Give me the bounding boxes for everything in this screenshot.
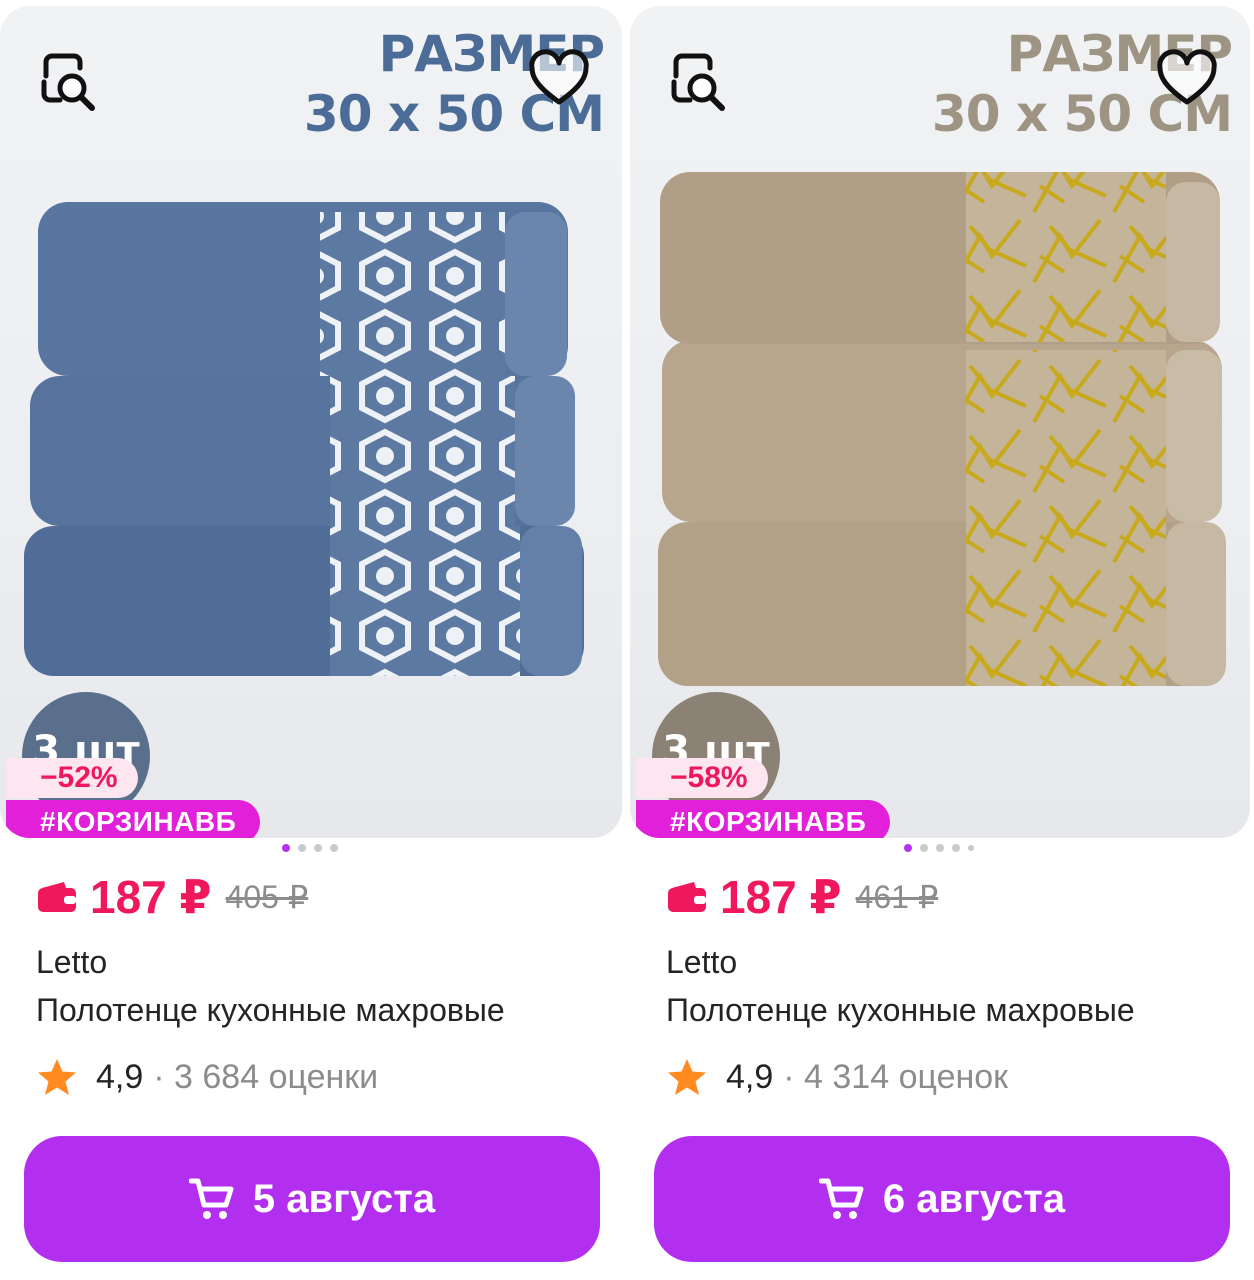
reviews-count[interactable]: · 4 314 оценок	[783, 1058, 1008, 1097]
price-row: 187 ₽ 405 ₽	[36, 870, 308, 924]
star-icon	[668, 1059, 706, 1095]
price-row: 187 ₽ 461 ₽	[666, 870, 938, 924]
photo-pagination	[282, 844, 338, 852]
wallet-icon	[38, 882, 76, 912]
current-price: 187 ₽	[90, 871, 212, 923]
pagination-dot	[952, 844, 960, 852]
product-image[interactable]: РАЗМЕР 30 x 50 СМ 3 шт −58% #КОРЗИНАВБ	[630, 6, 1250, 838]
discount-badge: −58%	[636, 758, 768, 798]
favorite-button[interactable]	[526, 46, 592, 112]
rating-row: 4,9 · 4 314 оценок	[666, 1056, 1008, 1098]
old-price: 405 ₽	[225, 879, 309, 915]
delivery-date: 5 августа	[252, 1176, 436, 1221]
brand-name[interactable]: Letto	[36, 944, 107, 981]
heart-icon	[529, 49, 589, 105]
wallet-icon	[668, 882, 706, 912]
find-similar-button[interactable]	[662, 46, 732, 116]
product-grid: РАЗМЕР 30 x 50 СМ 3 шт −52% #КОРЗИНАВБ 1…	[0, 0, 1254, 1280]
product-card[interactable]: РАЗМЕР 30 x 50 СМ 3 шт −52% #КОРЗИНАВБ 1…	[0, 0, 622, 1280]
product-image[interactable]: РАЗМЕР 30 x 50 СМ 3 шт −52% #КОРЗИНАВБ	[0, 6, 622, 838]
reviews-count[interactable]: · 3 684 оценки	[153, 1058, 378, 1097]
product-title[interactable]: Полотенце кухонные махровые	[666, 992, 1226, 1029]
rating-value: 4,9	[96, 1057, 144, 1096]
delivery-date: 6 августа	[882, 1176, 1066, 1221]
rating-row: 4,9 · 3 684 оценки	[36, 1056, 378, 1098]
pagination-dot	[936, 844, 944, 852]
product-title[interactable]: Полотенце кухонные махровые	[36, 992, 596, 1029]
pagination-dot	[282, 844, 290, 852]
pagination-dot	[968, 845, 974, 851]
discount-badge: −52%	[6, 758, 138, 798]
find-similar-button[interactable]	[32, 46, 102, 116]
add-to-cart-button[interactable]: 5 августа	[24, 1136, 600, 1262]
add-to-cart-button[interactable]: 6 августа	[654, 1136, 1230, 1262]
star-icon	[38, 1059, 76, 1095]
product-card[interactable]: РАЗМЕР 30 x 50 СМ 3 шт −58% #КОРЗИНАВБ 1…	[630, 0, 1250, 1280]
pagination-dot	[330, 844, 338, 852]
pagination-dot	[920, 844, 928, 852]
pagination-dot	[298, 844, 306, 852]
pagination-dot	[904, 844, 912, 852]
promo-tag[interactable]: #КОРЗИНАВБ	[636, 800, 891, 838]
cart-icon	[818, 1178, 864, 1219]
old-price: 461 ₽	[855, 879, 939, 915]
cart-icon	[188, 1178, 234, 1219]
heart-icon	[1157, 49, 1217, 105]
favorite-button[interactable]	[1154, 46, 1220, 112]
current-price: 187 ₽	[720, 871, 842, 923]
search-similar-icon	[41, 53, 95, 111]
brand-name[interactable]: Letto	[666, 944, 737, 981]
photo-pagination	[904, 844, 974, 852]
rating-value: 4,9	[726, 1057, 774, 1096]
search-similar-icon	[671, 53, 725, 111]
pagination-dot	[314, 844, 322, 852]
promo-tag[interactable]: #КОРЗИНАВБ	[6, 800, 261, 838]
